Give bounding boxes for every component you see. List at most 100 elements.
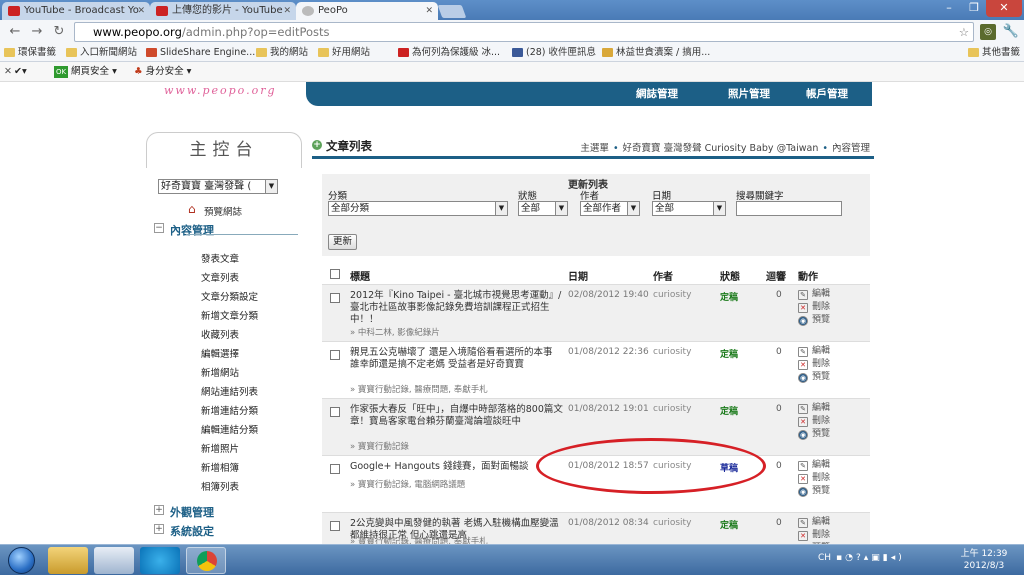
system-clock[interactable]: 上午 12:39 2012/8/3: [958, 548, 1010, 572]
row-checkbox[interactable]: [330, 407, 340, 417]
menu-site-links[interactable]: 網站連結列表: [201, 384, 258, 398]
preview-site-link[interactable]: ⌂ 預覽網誌: [188, 202, 242, 218]
site-select[interactable]: 好奇寶寶 臺灣發聲 ( ▼: [158, 179, 278, 194]
chrome-icon[interactable]: [186, 547, 226, 574]
wrench-menu-icon[interactable]: 🔧: [1002, 24, 1020, 40]
delete-button[interactable]: ✕ 刪除: [798, 358, 868, 371]
system-settings-group[interactable]: + 系統設定: [154, 523, 214, 539]
close-icon[interactable]: ✕: [283, 2, 291, 20]
post-category[interactable]: » 寶寶行動記錄: [350, 440, 409, 452]
skype-icon[interactable]: [140, 547, 180, 574]
menu-post-list[interactable]: 文章列表: [201, 270, 239, 284]
expand-icon[interactable]: +: [154, 505, 164, 515]
bookmark-item[interactable]: (28) 收件匣訊息: [512, 44, 596, 62]
menu-album-list[interactable]: 相簿列表: [201, 479, 239, 493]
forward-icon[interactable]: →: [28, 24, 46, 40]
tab-youtube-upload[interactable]: 上傳您的影片 - YouTube ✕: [150, 2, 296, 20]
post-category[interactable]: » 中科二林, 影像紀錄片: [350, 326, 440, 338]
delete-button[interactable]: ✕ 刪除: [798, 529, 868, 542]
explorer-icon[interactable]: [48, 547, 88, 574]
back-icon[interactable]: ←: [6, 24, 24, 40]
menu-add-album[interactable]: 新增相簿: [201, 460, 239, 474]
close-window-button[interactable]: ✕: [986, 0, 1022, 17]
nav-photo-management[interactable]: 照片管理: [728, 86, 770, 101]
menu-favorites[interactable]: 收藏列表: [201, 327, 239, 341]
close-icon[interactable]: ✕: [137, 2, 145, 20]
nav-account-management[interactable]: 帳戶管理: [806, 86, 848, 101]
preview-button[interactable]: ◉ 預覽: [798, 314, 868, 327]
delete-button[interactable]: ✕ 刪除: [798, 415, 868, 428]
bookmark-item[interactable]: 我的網站: [256, 44, 308, 62]
post-title[interactable]: Google+ Hangouts 錢錢賽，面對面暢談: [350, 461, 564, 473]
identity-security-button[interactable]: ♣ 身分安全 ▾: [134, 64, 191, 80]
site-logo[interactable]: www.peopo.org: [138, 82, 306, 106]
content-management-group[interactable]: − 內容管理: [154, 222, 214, 238]
tab-youtube-broadcast[interactable]: YouTube - Broadcast Yo ✕: [2, 2, 150, 20]
bookmark-item[interactable]: 林益世貪瀆案 / 搞用...: [602, 44, 710, 62]
collapse-icon[interactable]: −: [154, 223, 164, 233]
breadcrumb-item[interactable]: 好奇寶寶 臺灣發聲 Curiosity Baby @Taiwan: [623, 143, 819, 154]
menu-edit-link-category[interactable]: 編輯連結分類: [201, 422, 258, 436]
edit-button[interactable]: ✎ 編輯: [798, 516, 868, 529]
edit-button[interactable]: ✎ 編輯: [798, 459, 868, 472]
row-checkbox[interactable]: [330, 350, 340, 360]
bookmark-item[interactable]: 為何列為保護級 冰...: [398, 44, 500, 62]
expand-icon[interactable]: +: [154, 524, 164, 534]
close-icon[interactable]: ✕: [4, 64, 12, 80]
post-category[interactable]: » 寶寶行動記錄, 醫療問題, 奉獻手札: [350, 535, 488, 544]
edit-button[interactable]: ✎ 編輯: [798, 288, 868, 301]
edit-button[interactable]: ✎ 編輯: [798, 402, 868, 415]
preview-button[interactable]: ◉ 預覽: [798, 485, 868, 498]
keyword-input[interactable]: [736, 201, 842, 216]
tray-icons[interactable]: ▪◔?▴▣▮◂): [836, 553, 905, 563]
paint-icon[interactable]: [94, 547, 134, 574]
web-security-button[interactable]: OK 網頁安全 ▾: [54, 64, 117, 80]
edit-button[interactable]: ✎ 編輯: [798, 345, 868, 358]
close-icon[interactable]: ✕: [425, 2, 433, 20]
status-select[interactable]: 全部 ▼: [518, 201, 568, 216]
breadcrumb-item[interactable]: 主選單: [580, 143, 609, 154]
nav-blog-management[interactable]: 網誌管理: [636, 86, 678, 101]
tab-peopo[interactable]: PeoPo ✕: [296, 2, 438, 20]
maximize-button[interactable]: ❐: [962, 0, 986, 17]
input-language[interactable]: CH: [818, 553, 831, 563]
bookmark-item[interactable]: 入口新聞網站: [66, 44, 137, 62]
column-views[interactable]: 迴響: [766, 268, 786, 283]
minimize-button[interactable]: –: [936, 0, 962, 17]
address-bar[interactable]: www.peopo.org/admin.php?op=editPosts ☆: [74, 22, 974, 42]
menu-editor-picks[interactable]: 編輯選擇: [201, 346, 239, 360]
menu-new-post[interactable]: 發表文章: [201, 251, 239, 265]
column-author[interactable]: 作者: [653, 268, 673, 283]
bookmark-item[interactable]: 好用網站: [318, 44, 370, 62]
star-icon[interactable]: ☆: [959, 23, 969, 41]
delete-button[interactable]: ✕ 刪除: [798, 301, 868, 314]
preview-button[interactable]: ◉ 預覽: [798, 371, 868, 384]
appearance-group[interactable]: + 外觀管理: [154, 504, 214, 520]
bookmark-other[interactable]: 其他書籤: [968, 44, 1020, 62]
column-title[interactable]: 標題: [350, 268, 370, 283]
menu-category-settings[interactable]: 文章分類設定: [201, 289, 258, 303]
extension-icon[interactable]: ◎: [980, 24, 996, 40]
post-category[interactable]: » 寶寶行動記錄, 電腦網路議題: [350, 478, 465, 490]
date-select[interactable]: 全部 ▼: [652, 201, 726, 216]
post-title[interactable]: 親見五公克嚇壞了 還是入境隨俗看看選所的本事 誰幸師還是搞不定老媽 受益者是好奇…: [350, 347, 564, 371]
column-date[interactable]: 日期: [568, 268, 588, 283]
column-status[interactable]: 狀態: [720, 268, 740, 283]
menu-add-site[interactable]: 新增網站: [201, 365, 239, 379]
new-tab-button[interactable]: [437, 5, 467, 18]
preview-button[interactable]: ◉ 預覽: [798, 428, 868, 441]
select-all-checkbox[interactable]: [330, 269, 340, 279]
post-title[interactable]: 作家張大春反「旺中」，自爆中時部落格的800篇文章！寶島客家電台賴芬蘭臺灣論壇談…: [350, 404, 564, 428]
post-category[interactable]: » 寶寶行動記錄, 醫療問題, 奉獻手札: [350, 383, 488, 395]
start-button[interactable]: [8, 547, 35, 574]
post-title[interactable]: 2012年『Kino Taipei - 臺北城市視覺思考運動』/ 臺北市社區故事…: [350, 290, 564, 326]
row-checkbox[interactable]: [330, 464, 340, 474]
menu-add-category[interactable]: 新增文章分類: [201, 308, 258, 322]
delete-button[interactable]: ✕ 刪除: [798, 472, 868, 485]
category-select[interactable]: 全部分類 ▼: [328, 201, 508, 216]
bookmark-item[interactable]: 環保書籤: [4, 44, 56, 62]
row-checkbox[interactable]: [330, 293, 340, 303]
menu-add-link-category[interactable]: 新增連結分類: [201, 403, 258, 417]
breadcrumb-item[interactable]: 內容管理: [832, 143, 870, 154]
row-checkbox[interactable]: [330, 521, 340, 531]
